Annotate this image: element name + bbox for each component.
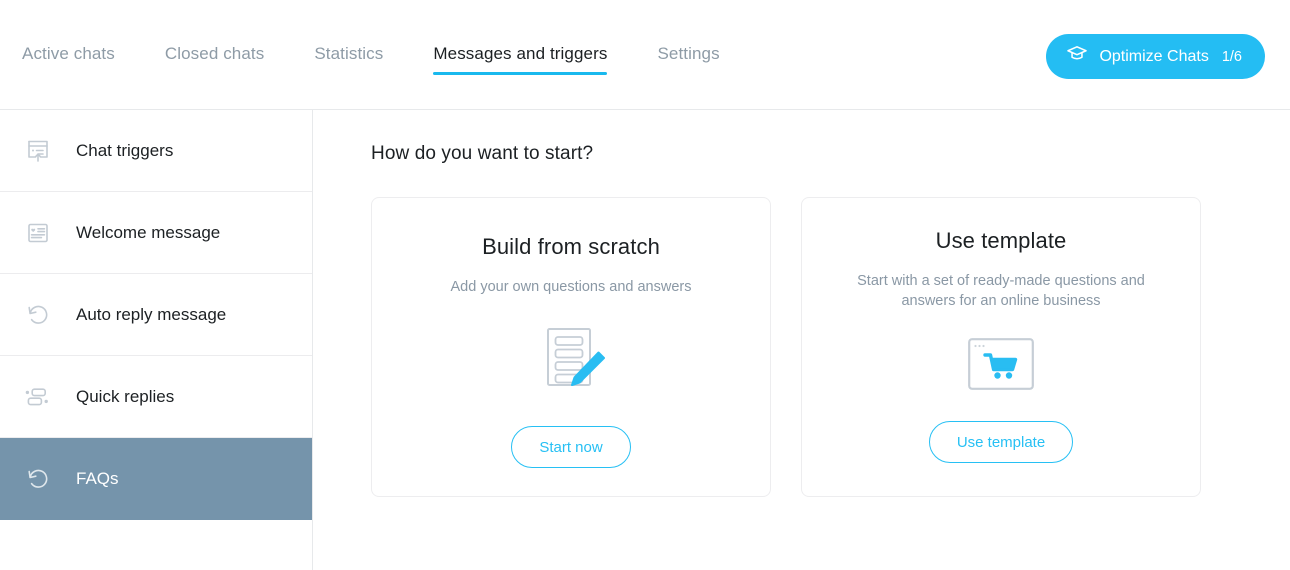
tab-label: Statistics [314,44,384,63]
start-now-button[interactable]: Start now [511,426,631,468]
card-subtitle: Start with a set of ready-made questions… [857,273,1145,309]
build-from-scratch-card[interactable]: Build from scratch Add your own question… [371,197,771,497]
sidebar-item-label: FAQs [76,468,119,488]
tab-label: Closed chats [164,44,265,63]
sidebar-item-label: Auto reply message [76,304,227,324]
card-title: Use template [935,228,1067,253]
start-option-cards: Build from scratch Add your own question… [371,197,1290,497]
card-artwork [536,298,606,426]
auto-reply-icon [22,299,54,331]
optimize-chats-label: Optimize Chats [1099,47,1209,65]
sidebar-item-welcome-message[interactable]: Welcome message [0,192,312,274]
main-content: How do you want to start? Build from scr… [313,110,1290,570]
optimize-chats-button[interactable]: Optimize Chats 1/6 [1046,34,1265,79]
sidebar-item-label: Chat triggers [76,140,174,160]
page-title: How do you want to start? [371,143,594,164]
document-pencil-icon [536,325,606,398]
card-artwork [968,311,1034,421]
sidebar-item-chat-triggers[interactable]: Chat triggers [0,110,312,192]
quick-replies-icon [22,381,54,413]
optimize-chats-count: 1/6 [1221,48,1242,65]
sidebar-item-label: Quick replies [76,386,175,406]
tab-label: Settings [657,44,720,63]
sidebar-item-auto-reply-message[interactable]: Auto reply message [0,274,312,356]
sidebar-item-faqs[interactable]: FAQs [0,438,312,520]
tab-settings[interactable]: Settings [657,44,743,75]
page-body: Chat triggers Welcome message Auto reply… [0,110,1290,570]
sidebar-item-quick-replies[interactable]: Quick replies [0,356,312,438]
card-title: Build from scratch [482,234,660,259]
tab-closed-chats[interactable]: Closed chats [165,44,288,75]
sidebar: Chat triggers Welcome message Auto reply… [0,110,313,570]
graduation-cap-icon [1066,45,1088,68]
tab-statistics[interactable]: Statistics [314,44,407,75]
tab-active-chats[interactable]: Active chats [22,44,139,75]
card-subtitle: Add your own questions and answers [450,279,692,295]
faqs-icon [22,463,54,495]
welcome-message-icon [22,217,54,249]
use-template-button[interactable]: Use template [928,421,1074,463]
nav-tabs: Active chats Closed chats Statistics Mes… [0,0,744,75]
tab-messages-and-triggers[interactable]: Messages and triggers [433,44,631,75]
chat-trigger-icon [22,135,54,167]
tab-label: Messages and triggers [433,44,608,63]
use-template-card[interactable]: Use template Start with a set of ready-m… [801,197,1201,497]
browser-cart-icon [968,337,1034,395]
top-navigation-bar: Active chats Closed chats Statistics Mes… [0,0,1290,110]
sidebar-item-label: Welcome message [76,222,221,242]
tab-label: Active chats [22,44,115,63]
